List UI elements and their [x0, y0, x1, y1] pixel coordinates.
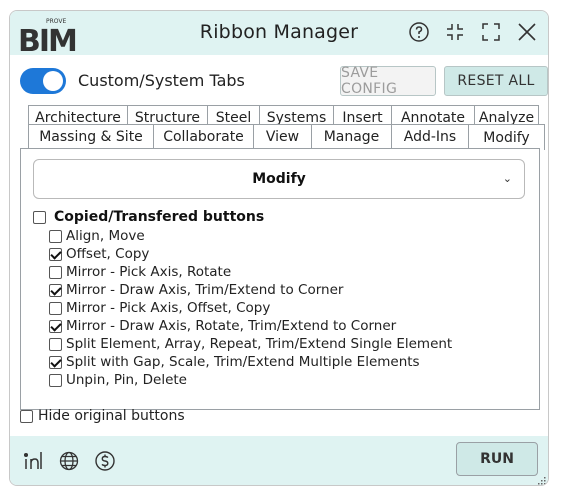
hide-original-row: Hide original buttons — [20, 408, 185, 424]
item-label: Align, Move — [66, 228, 145, 244]
footer-bar: RUN — [10, 436, 548, 485]
run-button[interactable]: RUN — [456, 442, 538, 476]
item-checkbox[interactable] — [49, 337, 62, 351]
list-item: Split Element, Array, Repeat, Trim/Exten… — [49, 335, 452, 353]
close-icon[interactable] — [516, 21, 538, 43]
list-item: Mirror - Pick Axis, Rotate — [49, 263, 452, 281]
item-label: Mirror - Draw Axis, Rotate, Trim/Extend … — [66, 318, 397, 334]
list-item: Mirror - Draw Axis, Rotate, Trim/Extend … — [49, 317, 452, 335]
dollar-icon[interactable] — [94, 450, 116, 472]
tabs-row-2: Massing & Site Collaborate View Manage A… — [28, 124, 545, 150]
title-bar: PROVE BIM Ribbon Manager — [10, 11, 548, 55]
item-label: Mirror - Draw Axis, Trim/Extend to Corne… — [66, 282, 344, 298]
item-checkbox[interactable] — [49, 229, 62, 243]
list-item: Mirror - Pick Axis, Offset, Copy — [49, 299, 452, 317]
save-config-button[interactable]: SAVE CONFIG — [340, 65, 436, 97]
group-checkbox[interactable] — [33, 210, 46, 224]
list-item: Split with Gap, Scale, Trim/Extend Multi… — [49, 353, 452, 371]
hide-original-label: Hide original buttons — [38, 408, 185, 424]
item-checkbox[interactable] — [49, 319, 62, 333]
item-label: Split with Gap, Scale, Trim/Extend Multi… — [66, 354, 420, 370]
tab-view[interactable]: View — [253, 124, 312, 148]
item-checkbox[interactable] — [49, 355, 62, 369]
linkedin-icon[interactable] — [22, 450, 44, 472]
chevron-down-icon: ⌄ — [502, 172, 512, 185]
list-item: Offset, Copy — [49, 245, 452, 263]
ribbon-manager-window: PROVE BIM Ribbon Manager Custom/System T… — [9, 10, 549, 486]
item-label: Unpin, Pin, Delete — [66, 372, 187, 388]
help-icon[interactable] — [408, 21, 430, 43]
item-label: Split Element, Array, Repeat, Trim/Exten… — [66, 336, 453, 352]
tab-collaborate[interactable]: Collaborate — [153, 124, 254, 148]
tab-add-ins[interactable]: Add-Ins — [391, 124, 469, 148]
item-checkbox[interactable] — [49, 265, 62, 279]
item-checkbox[interactable] — [49, 301, 62, 315]
item-label: Mirror - Pick Axis, Offset, Copy — [66, 300, 271, 316]
item-label: Mirror - Pick Axis, Rotate — [66, 264, 232, 280]
resize-grip-icon[interactable] — [538, 477, 546, 485]
globe-icon[interactable] — [58, 450, 80, 472]
group-label: Copied/Transfered buttons — [54, 209, 265, 225]
dropdown-value: Modify — [252, 171, 306, 187]
reset-all-button[interactable]: RESET ALL — [444, 66, 548, 96]
group-header: Copied/Transfered buttons — [33, 209, 264, 225]
item-checkbox[interactable] — [49, 247, 62, 261]
expand-icon[interactable] — [480, 21, 502, 43]
tab-manage[interactable]: Manage — [311, 124, 392, 148]
toggle-label: Custom/System Tabs — [78, 71, 245, 90]
item-label: Offset, Copy — [66, 246, 150, 262]
item-checkbox[interactable] — [49, 283, 62, 297]
collapse-icon[interactable] — [444, 21, 466, 43]
item-checkbox[interactable] — [49, 373, 62, 387]
custom-system-tabs-toggle[interactable] — [20, 68, 66, 94]
hide-original-checkbox[interactable] — [20, 409, 33, 423]
tab-massing-site[interactable]: Massing & Site — [28, 124, 154, 148]
button-checklist: Align, Move Offset, Copy Mirror - Pick A… — [49, 227, 452, 389]
list-item: Unpin, Pin, Delete — [49, 371, 452, 389]
tab-modify[interactable]: Modify — [468, 124, 545, 150]
tab-content-panel: Modify ⌄ Copied/Transfered buttons Align… — [20, 148, 540, 410]
panel-select-dropdown[interactable]: Modify ⌄ — [33, 159, 525, 199]
list-item: Align, Move — [49, 227, 452, 245]
list-item: Mirror - Draw Axis, Trim/Extend to Corne… — [49, 281, 452, 299]
